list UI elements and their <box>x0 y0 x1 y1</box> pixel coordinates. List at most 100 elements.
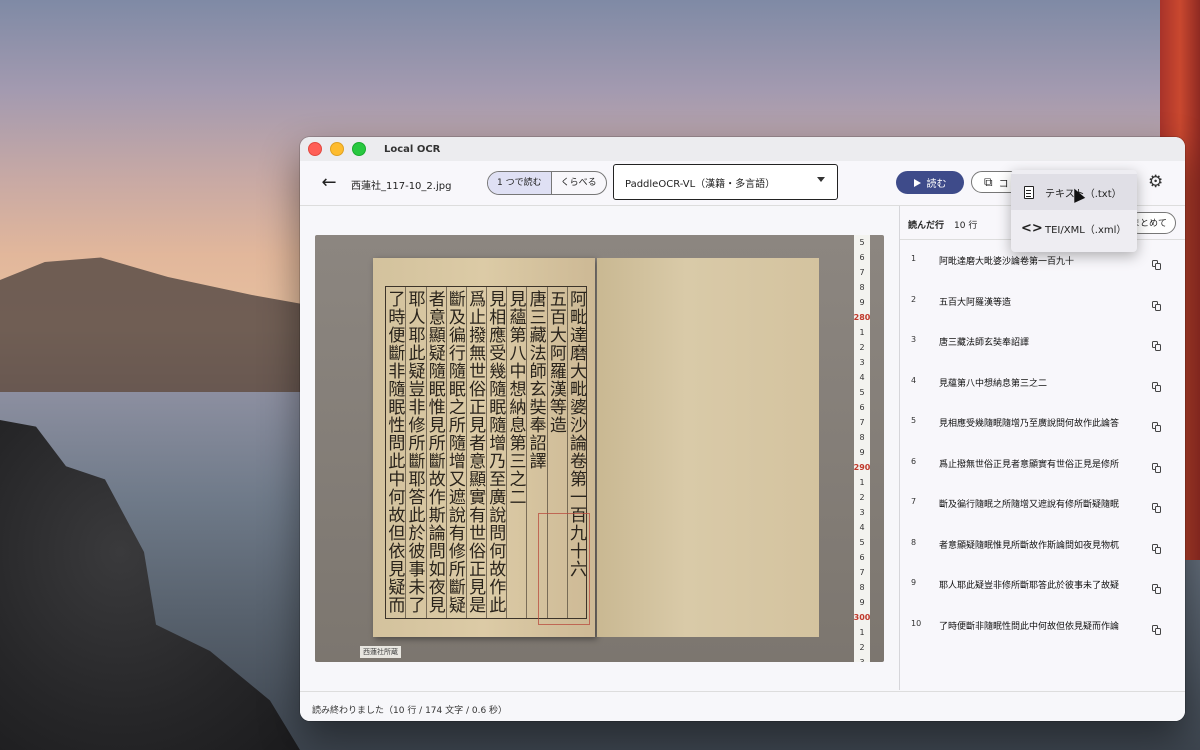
read-button[interactable]: 読む <box>896 171 964 194</box>
line-row[interactable]: 10 了時便斷非隨眠性問此中何故但依見疑而作論 <box>900 619 1185 659</box>
line-text[interactable]: 五百大阿羅漢等造 <box>939 295 1011 308</box>
ruler-mark: 2 <box>859 343 865 352</box>
book-page-left: 阿毗達磨大毗婆沙論卷第一百九十六 五百大阿羅漢等造 唐三藏法師玄奘奉詔譯 見蘊第八中想… <box>373 258 595 637</box>
read-button-label: 読む <box>926 179 947 190</box>
line-number: 8 <box>911 537 917 547</box>
image-panel: 阿毗達磨大毗婆沙論卷第一百九十六 五百大阿羅漢等造 唐三藏法師玄奘奉詔譯 見蘊第八中想… <box>300 206 899 690</box>
line-text[interactable]: 斷及徧行隨眠之所隨增又遮說有修所斷疑隨眠 <box>939 497 1119 510</box>
ruler-mark: 1 <box>859 328 865 337</box>
copy-button-label: コ <box>998 178 1009 190</box>
ruler-mark: 4 <box>859 373 865 382</box>
line-number: 5 <box>911 416 917 425</box>
ruler-mark: 8 <box>859 283 865 292</box>
back-button[interactable]: ← <box>318 172 340 194</box>
scan-text-column: 了時便斷非隨眠性問此中何故但依見疑而作論 <box>385 286 405 619</box>
ruler-mark: 9 <box>859 448 865 457</box>
line-number: 4 <box>911 375 917 385</box>
scan-text-column: 見蘊第八中想納息第三之二 <box>506 286 526 619</box>
status-text: 読み終わりました（10 行 / 174 文字 / 0.6 秒） <box>312 706 508 716</box>
copy-icon[interactable] <box>1152 624 1162 637</box>
copy-icon[interactable] <box>1152 300 1162 313</box>
line-text[interactable]: 見蘊第八中想納息第三之二 <box>939 376 1047 389</box>
mode-single-button[interactable]: 1 つで読む <box>488 172 552 194</box>
model-select-value: PaddleOCR-VL（漢籍・多言語） <box>625 179 776 190</box>
scanned-page-image[interactable]: 阿毗達磨大毗婆沙論卷第一百九十六 五百大阿羅漢等造 唐三藏法師玄奘奉詔譯 見蘊第八中想… <box>315 235 884 662</box>
ruler-mark: 3 <box>859 508 865 517</box>
window-title: Local OCR <box>384 143 441 155</box>
line-row[interactable]: 1 阿毗達磨大毗婆沙論卷第一百九十 <box>900 254 1185 294</box>
maximize-window-button[interactable] <box>352 142 366 156</box>
window-controls <box>308 142 366 156</box>
ruler-mark: 1 <box>859 478 865 487</box>
line-text[interactable]: 爲止撥無世俗正見者意顯實有世俗正見是修所 <box>939 457 1119 470</box>
scan-text-column: 見相應受幾隨眠隨增乃至廣說問何故作此論答 <box>486 286 506 619</box>
ruler-mark: 6 <box>859 253 865 262</box>
line-number: 9 <box>911 578 917 587</box>
line-row[interactable]: 2 五百大阿羅漢等造 <box>900 295 1185 335</box>
line-text[interactable]: 耶人耶此疑豈非修所斷耶答此於彼事未了故疑 <box>939 578 1119 591</box>
line-text[interactable]: 見相應受幾隨眠隨增乃至廣說問何故作此論答 <box>939 416 1119 429</box>
chevron-down-icon <box>817 177 825 182</box>
line-row[interactable]: 7 斷及徧行隨眠之所隨增又遮說有修所斷疑隨眠 <box>900 497 1185 537</box>
ruler-mark: 6 <box>859 553 865 562</box>
copy-icon[interactable] <box>1152 381 1162 394</box>
play-icon <box>913 178 921 187</box>
line-row[interactable]: 6 爲止撥無世俗正見者意顯實有世俗正見是修所 <box>900 457 1185 497</box>
arrow-left-icon: ← <box>321 172 337 193</box>
ruler-mark: 5 <box>859 538 865 547</box>
settings-button[interactable]: ⚙ <box>1148 172 1163 192</box>
line-row[interactable]: 8 者意顯疑隨眠惟見所斷故作斯論問如夜見物杌 <box>900 538 1185 578</box>
line-number: 7 <box>911 497 917 506</box>
lines-panel: 読んだ行 10 行 まとめて 1 阿毗達磨大毗婆沙論卷第一百九十 2 五百大阿羅漢等造… <box>900 206 1185 690</box>
scan-text-column: 爲止撥無世俗正見者意顯實有世俗正見是修所 <box>465 286 486 619</box>
copy-icon[interactable] <box>1152 260 1162 272</box>
model-select[interactable]: PaddleOCR-VL（漢籍・多言語） <box>613 164 838 200</box>
line-text[interactable]: 了時便斷非隨眠性問此中何故但依見疑而作論 <box>939 619 1119 632</box>
line-text[interactable]: 阿毗達磨大毗婆沙論卷第一百九十 <box>939 254 1074 267</box>
lines-title: 読んだ行 <box>908 221 945 231</box>
copy-icon[interactable] <box>1152 584 1162 596</box>
copy-icon[interactable] <box>1152 503 1162 515</box>
scan-text-column: 者意顯疑隨眠惟見所斷故作斯論問如夜見物杌 <box>425 286 446 619</box>
title-bar: Local OCR <box>300 137 1185 161</box>
mode-toggle: 1 つで読む くらべる <box>487 171 607 195</box>
book-page-right <box>597 258 819 637</box>
ruler-mark: 8 <box>859 433 865 442</box>
copy-icon[interactable] <box>1152 462 1162 475</box>
gear-icon: ⚙ <box>1148 172 1164 192</box>
line-text[interactable]: 者意顯疑隨眠惟見所斷故作斯論問如夜見物杌 <box>939 538 1119 551</box>
ruler-mark: 3 <box>859 655 864 662</box>
line-number: 3 <box>911 335 917 344</box>
minimize-window-button[interactable] <box>330 142 344 156</box>
copy-icon[interactable] <box>1152 543 1162 556</box>
ruler-mark: 2 <box>859 493 865 502</box>
file-name: 西蓮社_117-10_2.jpg <box>351 181 452 192</box>
line-row[interactable]: 4 見蘊第八中想納息第三之二 <box>900 376 1185 416</box>
lines-count: 10 行 <box>954 221 978 231</box>
close-window-button[interactable] <box>308 142 322 156</box>
copy-icon: ⧉ <box>984 174 993 189</box>
ruler-mark: 7 <box>859 418 865 427</box>
line-row[interactable]: 3 唐三藏法師玄奘奉詔譯 <box>900 335 1185 375</box>
line-number: 1 <box>911 254 917 263</box>
ruler-mark: 9 <box>859 598 865 607</box>
ruler-mark: 6 <box>859 403 865 412</box>
line-number: 6 <box>911 456 917 466</box>
line-row[interactable]: 9 耶人耶此疑豈非修所斷耶答此於彼事未了故疑 <box>900 578 1185 618</box>
ruler-mark: 5 <box>859 388 865 397</box>
mode-compare-button[interactable]: くらべる <box>552 172 606 194</box>
scale-ruler: 5678928012345678929012345678930012345 <box>854 235 870 662</box>
copy-icon[interactable] <box>1152 422 1162 434</box>
ruler-mark: 300 <box>853 613 871 622</box>
line-row[interactable]: 5 見相應受幾隨眠隨增乃至廣說問何故作此論答 <box>900 416 1185 456</box>
image-caption: 西蓮社所蔵 <box>360 646 401 658</box>
ruler-mark: 5 <box>859 238 865 247</box>
ruler-mark: 4 <box>859 523 865 532</box>
line-number: 10 <box>911 618 922 628</box>
line-text[interactable]: 唐三藏法師玄奘奉詔譯 <box>939 335 1029 348</box>
copy-icon[interactable] <box>1152 341 1162 353</box>
ruler-mark: 3 <box>859 358 865 367</box>
export-xml-item[interactable]: <> TEI/XML（.xml） <box>1011 210 1137 246</box>
export-menu: テキスト（.txt） <> TEI/XML（.xml） <box>1011 170 1137 252</box>
ruler-mark: 2 <box>859 643 865 652</box>
